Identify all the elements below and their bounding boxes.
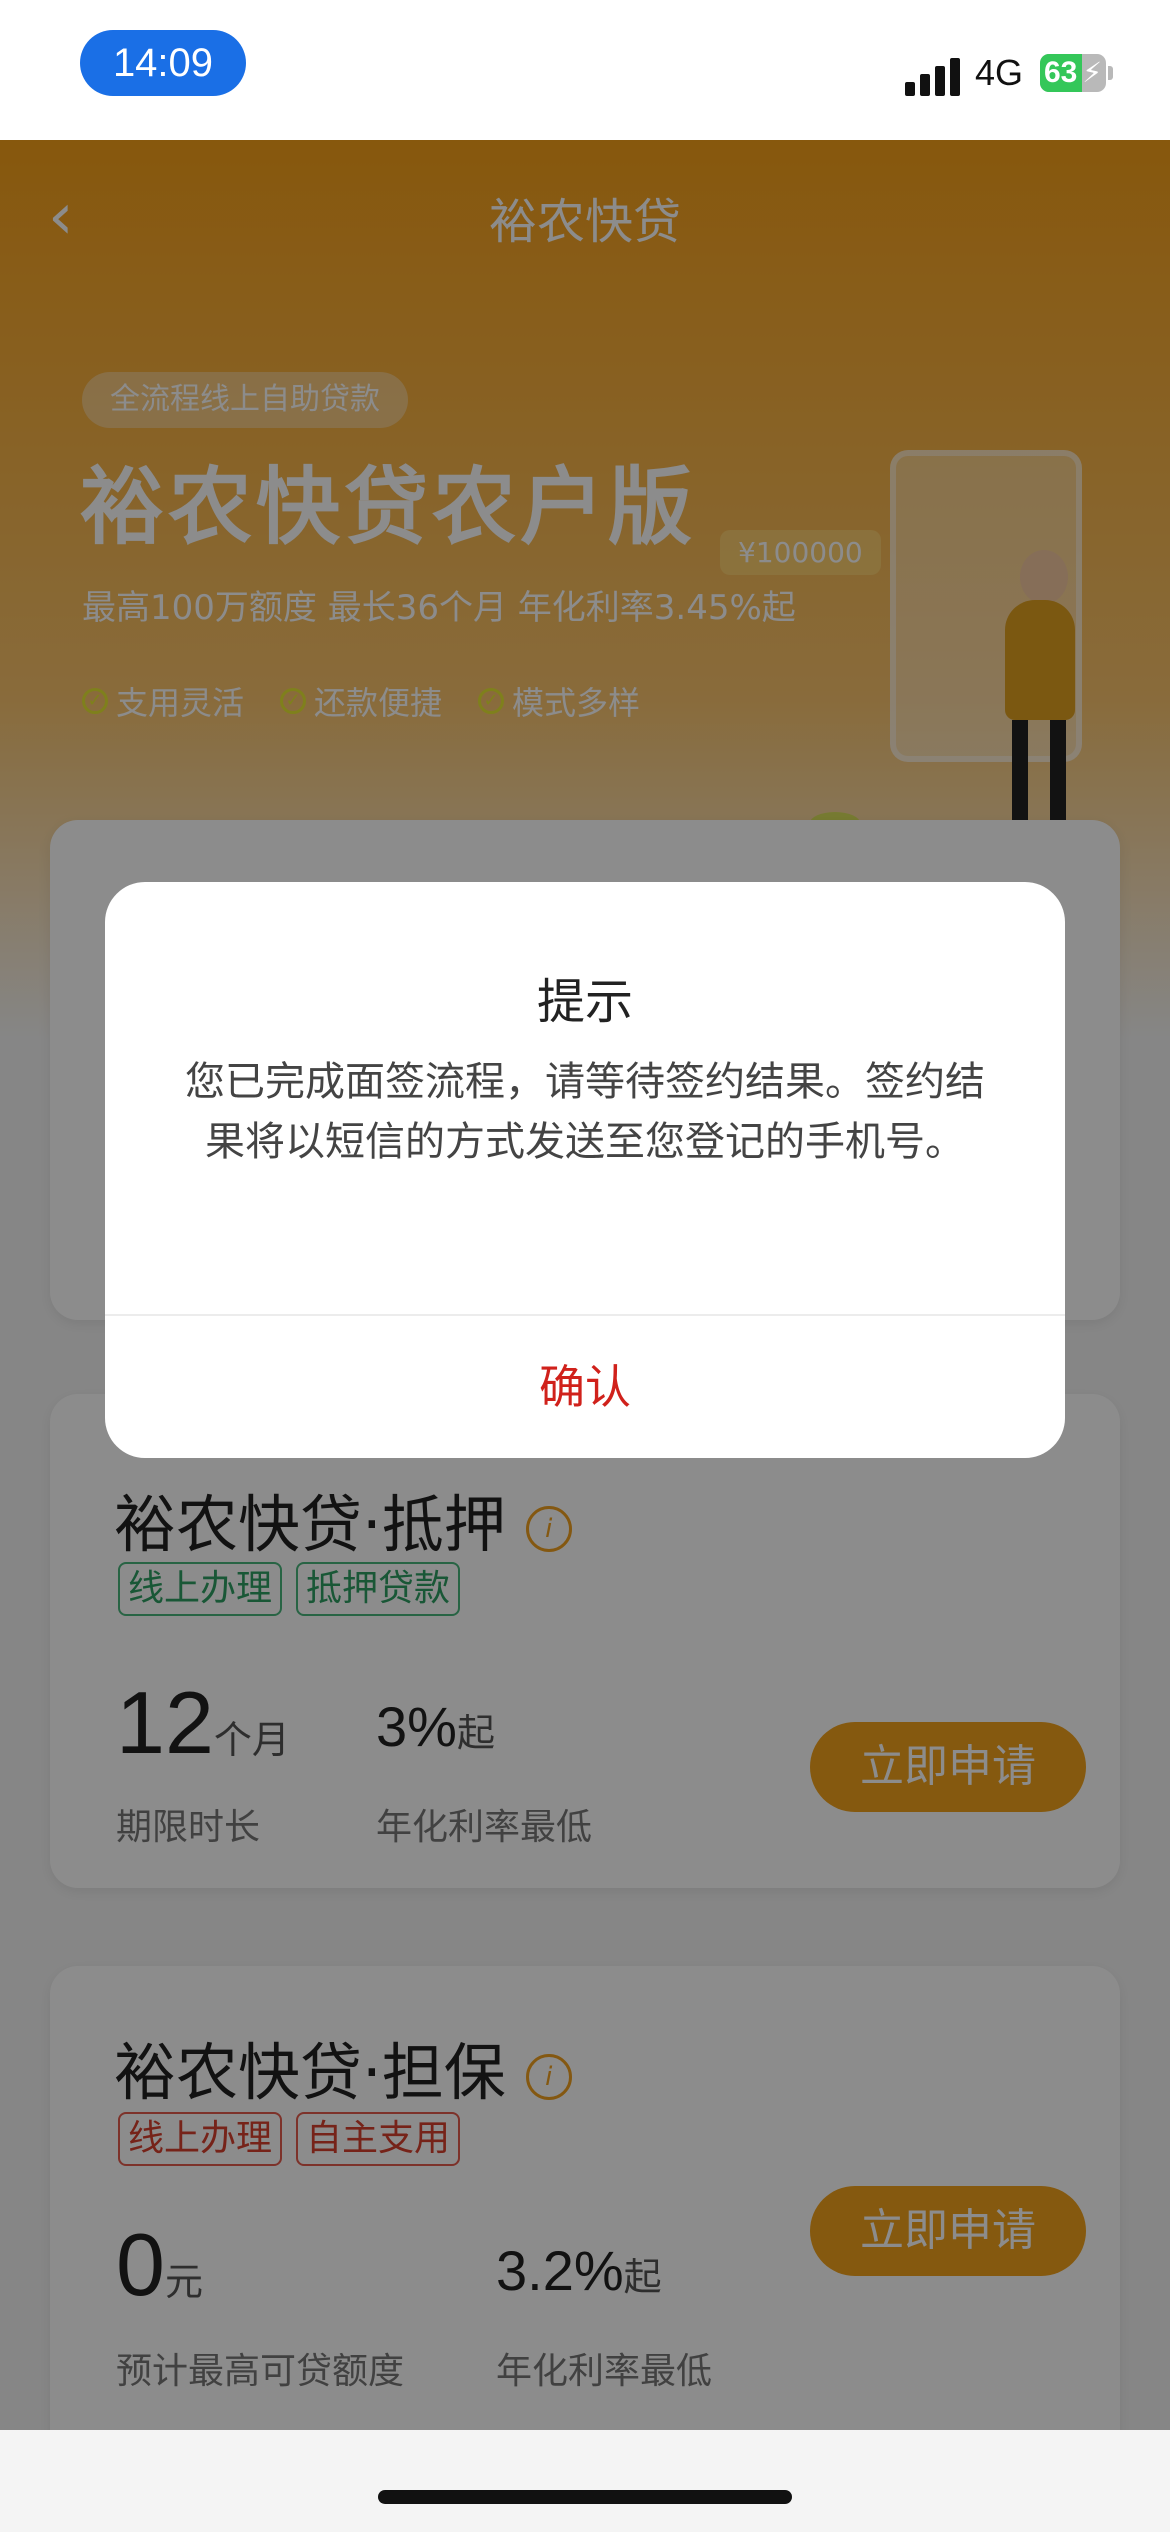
battery-level: 63 xyxy=(1044,56,1078,89)
dialog-title: 提示 xyxy=(536,974,633,1030)
alert-dialog: 提示 您已完成面签流程，请等待签约结果。签约结果将以短信的方式发送至您登记的手机… xyxy=(105,882,1065,1458)
dialog-message: 您已完成面签流程，请等待签约结果。签约结果将以短信的方式发送至您登记的手机号。 xyxy=(185,1059,985,1165)
home-area xyxy=(0,2430,1170,2532)
status-bar: 14:09 4G 63 ⚡ xyxy=(0,0,1170,140)
status-time: 14:09 xyxy=(80,30,246,96)
confirm-button[interactable]: 确认 xyxy=(105,1316,1065,1458)
charging-bolt-icon: ⚡ xyxy=(1082,56,1102,89)
battery-cap xyxy=(1108,66,1113,80)
cellular-signal-icon xyxy=(905,56,961,96)
home-indicator[interactable] xyxy=(378,2490,792,2504)
battery-icon: 63 ⚡ xyxy=(1040,54,1106,92)
network-type: 4G xyxy=(975,52,1024,93)
